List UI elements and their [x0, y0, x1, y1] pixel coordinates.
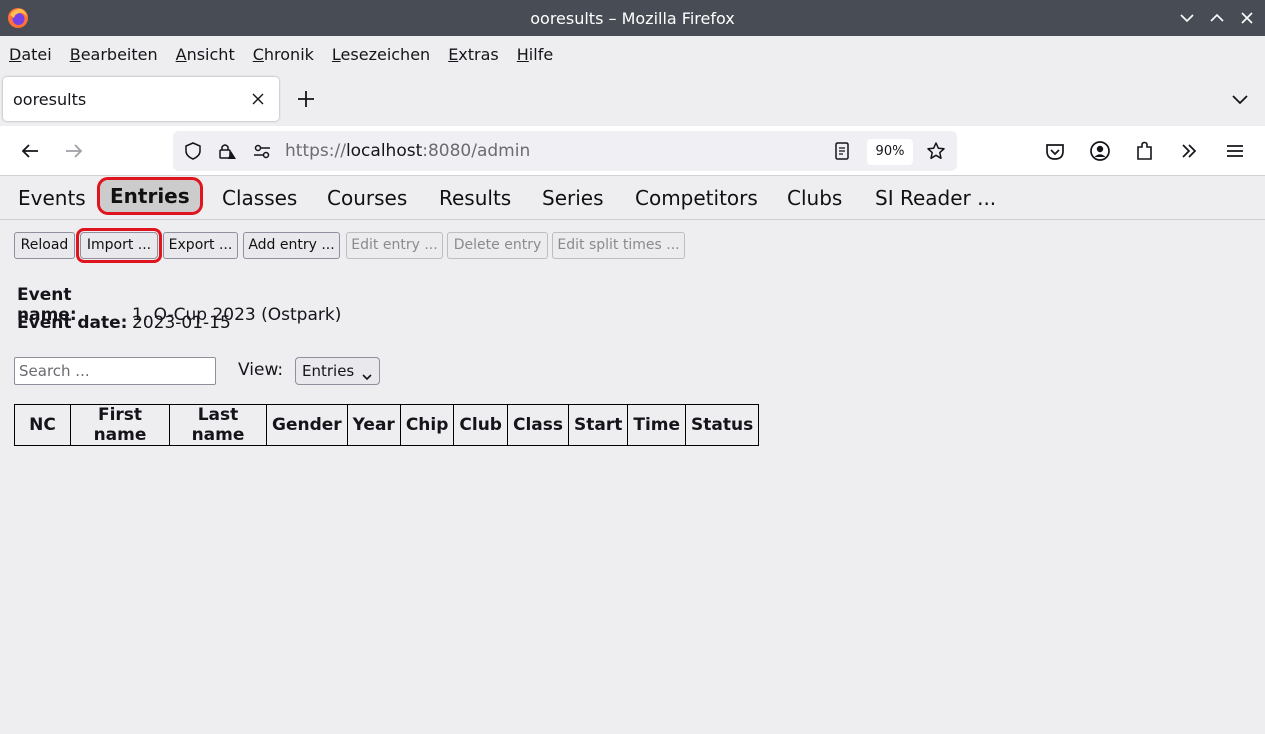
- chevron-down-icon: [361, 365, 373, 381]
- menu-lesezeichen[interactable]: Lesezeichen: [332, 45, 430, 64]
- view-select[interactable]: Entries: [295, 357, 380, 385]
- close-tab-icon[interactable]: [249, 90, 267, 108]
- page-content: Events Entries Classes Courses Results S…: [0, 177, 1265, 734]
- reader-view-icon[interactable]: [832, 141, 852, 161]
- shield-icon[interactable]: [183, 141, 203, 161]
- entries-table: NC First name Last name Gender Year Chip…: [14, 404, 760, 446]
- url-text[interactable]: https://localhost:8080/admin: [285, 141, 530, 161]
- lock-warning-icon[interactable]: [217, 141, 237, 161]
- menu-chronik[interactable]: Chronik: [253, 45, 314, 64]
- menu-ansicht[interactable]: Ansicht: [176, 45, 235, 64]
- maximize-icon[interactable]: [1207, 8, 1227, 28]
- hamburger-menu-icon[interactable]: [1223, 139, 1247, 163]
- tab-results[interactable]: Results: [439, 186, 511, 210]
- column-header[interactable]: First name: [70, 404, 170, 446]
- bookmark-star-icon[interactable]: [926, 141, 946, 161]
- column-header[interactable]: Start: [567, 404, 629, 446]
- account-icon[interactable]: [1088, 139, 1112, 163]
- menu-bearbeiten[interactable]: Bearbeiten: [70, 45, 158, 64]
- event-date-value: 2023-01-15: [132, 313, 231, 333]
- back-icon[interactable]: [18, 139, 42, 163]
- edit-entry-button[interactable]: Edit entry ...: [346, 232, 443, 259]
- list-all-tabs-icon[interactable]: [1228, 87, 1252, 111]
- tab-courses[interactable]: Courses: [327, 186, 407, 210]
- import-button[interactable]: Import ...: [76, 228, 162, 263]
- tab-title: ooresults: [13, 90, 87, 109]
- permissions-icon[interactable]: [252, 141, 272, 161]
- tab-si-reader[interactable]: SI Reader ...: [875, 186, 996, 210]
- tab-competitors[interactable]: Competitors: [635, 186, 758, 210]
- minimize-icon[interactable]: [1177, 8, 1197, 28]
- column-header[interactable]: Gender: [266, 404, 348, 446]
- app-nav-tabs: Events Entries Classes Courses Results S…: [0, 177, 1265, 220]
- export-button[interactable]: Export ...: [163, 232, 238, 259]
- tab-series[interactable]: Series: [542, 186, 604, 210]
- event-date-label: Event date:: [17, 313, 128, 333]
- extensions-icon[interactable]: [1133, 139, 1157, 163]
- column-header[interactable]: Year: [346, 404, 401, 446]
- zoom-level[interactable]: 90%: [867, 139, 913, 165]
- column-header[interactable]: Last name: [169, 404, 267, 446]
- tab-strip: ooresults: [0, 72, 1265, 126]
- column-header[interactable]: Class: [506, 404, 569, 446]
- menu-hilfe[interactable]: Hilfe: [517, 45, 553, 64]
- url-bar[interactable]: https://localhost:8080/admin 90%: [173, 131, 957, 171]
- table-header-row: NC First name Last name Gender Year Chip…: [14, 404, 760, 446]
- edit-split-times-button[interactable]: Edit split times ...: [552, 232, 685, 259]
- tab-clubs[interactable]: Clubs: [787, 186, 842, 210]
- navigation-toolbar: https://localhost:8080/admin 90%: [0, 126, 1265, 176]
- window-titlebar: ooresults – Mozilla Firefox: [0, 0, 1265, 36]
- column-header[interactable]: Chip: [399, 404, 455, 446]
- add-entry-button[interactable]: Add entry ...: [243, 232, 340, 259]
- view-label: View:: [238, 360, 284, 380]
- menu-bar: Datei Bearbeiten Ansicht Chronik Lesezei…: [0, 36, 1265, 72]
- pocket-icon[interactable]: [1043, 139, 1067, 163]
- window-title: ooresults – Mozilla Firefox: [530, 9, 735, 28]
- reload-button[interactable]: Reload: [14, 232, 75, 259]
- tab-events[interactable]: Events: [18, 186, 86, 210]
- view-selected-value: Entries: [302, 362, 355, 380]
- close-window-icon[interactable]: [1237, 8, 1257, 28]
- column-header[interactable]: Status: [685, 404, 760, 446]
- column-header[interactable]: Time: [627, 404, 687, 446]
- menu-datei[interactable]: Datei: [9, 45, 52, 64]
- menu-extras[interactable]: Extras: [448, 45, 499, 64]
- tab-entries[interactable]: Entries: [97, 177, 203, 215]
- browser-tab[interactable]: ooresults: [3, 77, 279, 121]
- event-date-row: Event date: 2023-01-15: [17, 313, 231, 333]
- new-tab-icon[interactable]: [294, 87, 318, 111]
- search-input[interactable]: [14, 357, 216, 385]
- column-header[interactable]: Club: [453, 404, 508, 446]
- overflow-menu-icon[interactable]: [1177, 139, 1201, 163]
- tab-classes[interactable]: Classes: [222, 186, 297, 210]
- forward-icon[interactable]: [62, 139, 86, 163]
- column-header[interactable]: NC: [14, 404, 71, 446]
- delete-entry-button[interactable]: Delete entry: [447, 232, 548, 259]
